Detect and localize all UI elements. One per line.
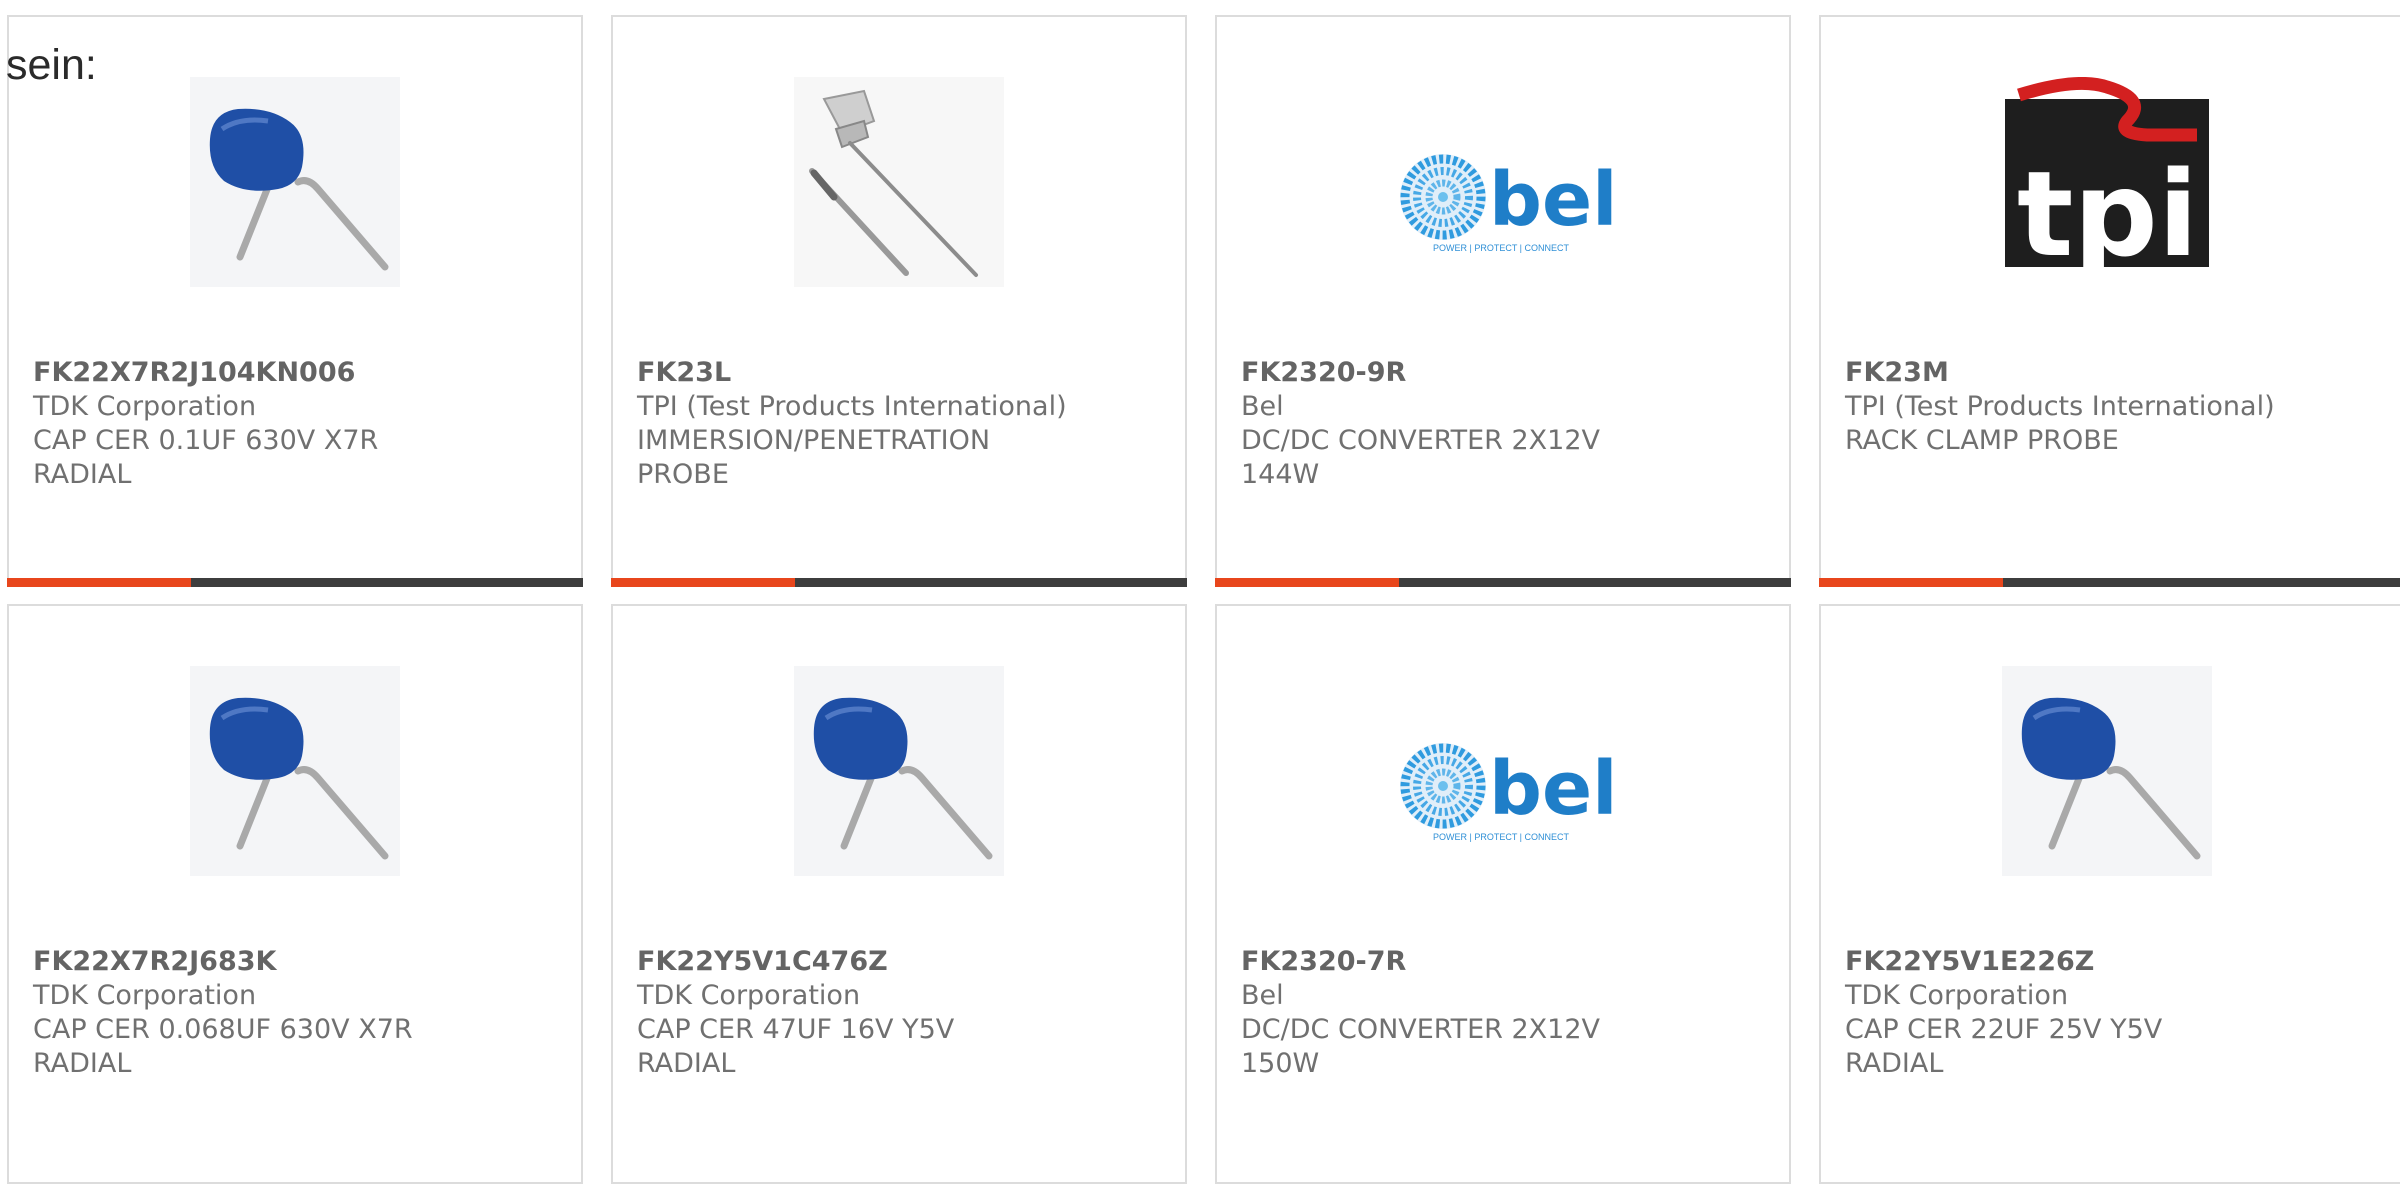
- manufacturer: TDK Corporation: [33, 391, 257, 422]
- description: CAP CER 22UF 25V Y5V RADIAL: [1845, 1014, 2163, 1079]
- description: RACK CLAMP PROBE: [1845, 425, 2119, 456]
- manufacturer: TPI (Test Products International): [1845, 391, 2275, 422]
- product-image[interactable]: bel POWER | PROTECT | CONNECT: [1217, 77, 1789, 297]
- capacitor-image: [190, 77, 400, 287]
- capacitor-image: [2002, 666, 2212, 876]
- bel-logo-icon: bel POWER | PROTECT | CONNECT: [1400, 743, 1613, 842]
- bel-logo-icon: bel POWER | PROTECT | CONNECT: [1400, 154, 1613, 253]
- lead-text: sein:: [6, 41, 97, 89]
- product-image[interactable]: bel POWER | PROTECT | CONNECT: [1217, 666, 1789, 886]
- part-number[interactable]: FK2320-7R: [1241, 945, 1769, 979]
- manufacturer: TDK Corporation: [1845, 980, 2069, 1011]
- manufacturer: TDK Corporation: [637, 980, 861, 1011]
- description: DC/DC CONVERTER 2X12V 144W: [1241, 425, 1600, 490]
- product-image[interactable]: [613, 77, 1185, 297]
- product-image[interactable]: [9, 666, 581, 886]
- part-number[interactable]: FK23M: [1845, 356, 2387, 390]
- product-card[interactable]: FK22Y5V1C476Z TDK Corporation CAP CER 47…: [611, 604, 1187, 1184]
- card-accent-bar: [7, 578, 583, 587]
- product-card[interactable]: bel POWER | PROTECT | CONNECT FK2320-7R …: [1215, 604, 1791, 1184]
- part-number[interactable]: FK22X7R2J683K: [33, 945, 561, 979]
- product-image[interactable]: tpi: [1821, 77, 2393, 297]
- logo-tagline: POWER | PROTECT | CONNECT: [1433, 243, 1570, 253]
- description: DC/DC CONVERTER 2X12V 150W: [1241, 1014, 1600, 1079]
- part-number[interactable]: FK2320-9R: [1241, 356, 1769, 390]
- product-card[interactable]: FK22Y5V1E226Z TDK Corporation CAP CER 22…: [1819, 604, 2400, 1184]
- capacitor-image: [190, 666, 400, 876]
- product-card[interactable]: FK23L TPI (Test Products International) …: [611, 15, 1187, 587]
- probe-image: [794, 77, 1004, 287]
- manufacturer: Bel: [1241, 980, 1284, 1011]
- product-card[interactable]: FK22X7R2J104KN006 TDK Corporation CAP CE…: [7, 15, 583, 587]
- card-accent-bar: [1819, 578, 2400, 587]
- part-number[interactable]: FK23L: [637, 356, 1165, 390]
- product-card[interactable]: FK22X7R2J683K TDK Corporation CAP CER 0.…: [7, 604, 583, 1184]
- product-grid: FK22X7R2J104KN006 TDK Corporation CAP CE…: [0, 0, 2400, 1184]
- description: IMMERSION/PENETRATION PROBE: [637, 425, 991, 490]
- description: CAP CER 0.068UF 630V X7R RADIAL: [33, 1014, 413, 1079]
- part-number[interactable]: FK22Y5V1E226Z: [1845, 945, 2387, 979]
- part-number[interactable]: FK22X7R2J104KN006: [33, 356, 561, 390]
- part-number[interactable]: FK22Y5V1C476Z: [637, 945, 1165, 979]
- logo-text: bel: [1489, 746, 1613, 832]
- manufacturer: TPI (Test Products International): [637, 391, 1067, 422]
- card-accent-bar: [611, 578, 1187, 587]
- product-image[interactable]: [613, 666, 1185, 886]
- capacitor-image: [794, 666, 1004, 876]
- logo-tagline: POWER | PROTECT | CONNECT: [1433, 832, 1570, 842]
- tpi-logo-icon: tpi: [2005, 77, 2209, 283]
- product-image[interactable]: [1821, 666, 2393, 886]
- product-image[interactable]: [9, 77, 581, 297]
- manufacturer: TDK Corporation: [33, 980, 257, 1011]
- description: CAP CER 0.1UF 630V X7R RADIAL: [33, 425, 379, 490]
- product-card[interactable]: tpi FK23M TPI (Test Products Internation…: [1819, 15, 2400, 587]
- card-accent-bar: [1215, 578, 1791, 587]
- manufacturer: Bel: [1241, 391, 1284, 422]
- logo-text: bel: [1489, 157, 1613, 243]
- product-card[interactable]: bel POWER | PROTECT | CONNECT FK2320-9R …: [1215, 15, 1791, 587]
- logo-text: tpi: [2017, 145, 2198, 283]
- description: CAP CER 47UF 16V Y5V RADIAL: [637, 1014, 955, 1079]
